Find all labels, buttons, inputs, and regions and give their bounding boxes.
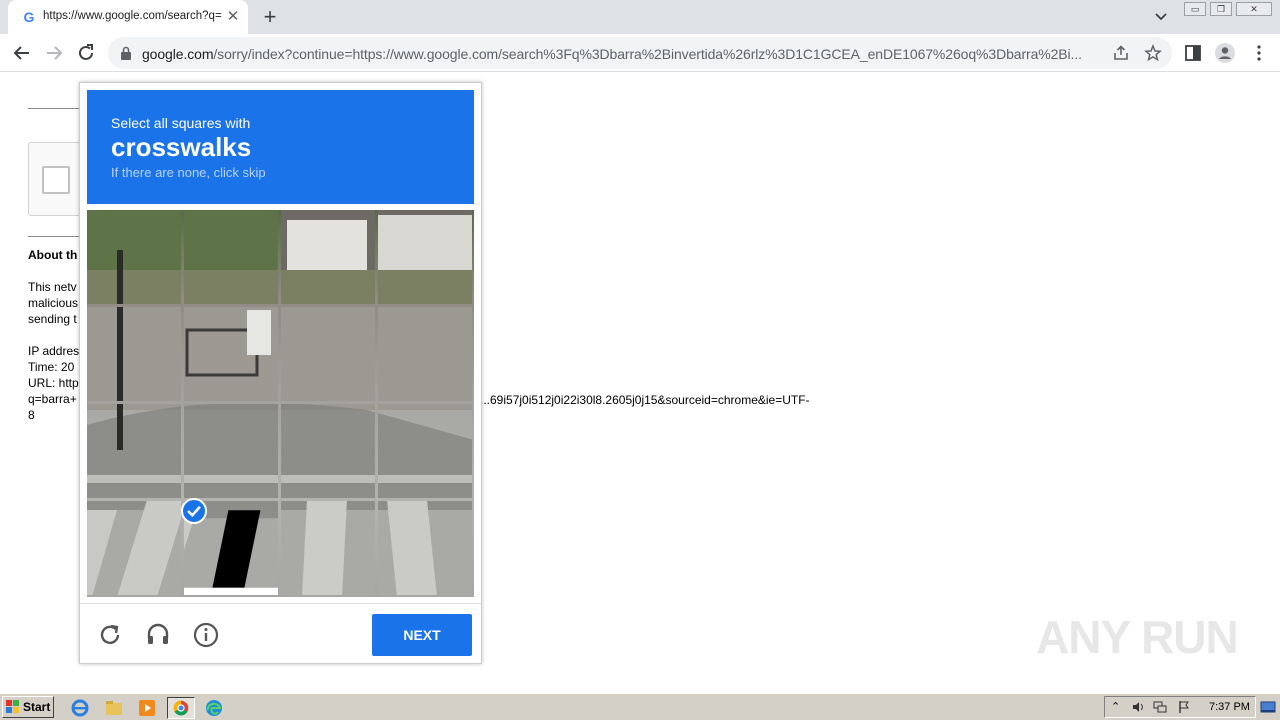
tile-image (184, 307, 278, 401)
new-tab-button[interactable]: + (258, 5, 282, 29)
share-icon[interactable] (1112, 44, 1130, 62)
internet-explorer-icon[interactable] (68, 697, 92, 719)
tile-image (281, 210, 375, 304)
lock-icon[interactable] (120, 46, 132, 60)
reload-challenge-icon[interactable] (96, 621, 124, 649)
page-text-line: malicious (28, 296, 79, 310)
forward-arrow-icon[interactable] (42, 41, 66, 65)
challenge-tile[interactable] (184, 404, 278, 498)
tile-image (184, 404, 278, 498)
reload-icon[interactable] (74, 41, 98, 65)
page-text-line: q=barra+ (28, 392, 77, 406)
challenge-tile[interactable] (281, 404, 375, 498)
challenge-image-grid (87, 210, 474, 597)
tile-image (378, 501, 472, 595)
recaptcha-challenge: Select all squares with crosswalks If th… (79, 82, 482, 664)
challenge-tile[interactable] (184, 307, 278, 401)
bookmark-star-icon[interactable] (1144, 44, 1162, 62)
tile-image (378, 210, 472, 304)
challenge-tile[interactable] (378, 501, 472, 595)
windows-taskbar: Start ⌃ 7:37 PM (0, 693, 1280, 720)
audio-challenge-icon[interactable] (144, 621, 172, 649)
network-icon[interactable] (1153, 700, 1167, 714)
tile-image (184, 210, 278, 304)
tile-image (378, 404, 472, 498)
browser-tab[interactable]: G https://www.google.com/search?q= ✕ (8, 0, 248, 34)
tile-image (281, 404, 375, 498)
action-center-flag-icon[interactable] (1177, 700, 1191, 714)
close-window-icon[interactable]: ✕ (1236, 2, 1272, 16)
show-desktop-icon[interactable] (1260, 699, 1276, 715)
url-text: google.com/sorry/index?continue=https://… (142, 46, 1082, 62)
challenge-header: Select all squares with crosswalks If th… (87, 90, 474, 204)
system-tray: ⌃ 7:37 PM (1104, 696, 1256, 718)
page-text-line: IP addres (28, 344, 80, 358)
file-explorer-icon[interactable] (102, 697, 126, 719)
challenge-tile[interactable] (378, 210, 472, 304)
checkmark-icon (181, 498, 207, 524)
recaptcha-checkbox[interactable] (42, 166, 70, 194)
challenge-hint: If there are none, click skip (111, 165, 266, 180)
google-favicon-icon: G (23, 9, 35, 25)
page-text-line: sending t (28, 312, 77, 326)
next-button[interactable]: NEXT (372, 614, 472, 656)
page-text-line: Time: 20 (28, 360, 75, 374)
challenge-tile[interactable] (87, 501, 181, 595)
start-button[interactable]: Start (2, 696, 54, 718)
challenge-target: crosswalks (111, 132, 252, 162)
tab-close-icon[interactable]: ✕ (224, 8, 242, 26)
challenge-tile[interactable] (87, 404, 181, 498)
tile-image (281, 307, 375, 401)
tile-image (281, 501, 375, 595)
clock: 7:37 PM (1209, 701, 1250, 713)
address-bar[interactable]: google.com/sorry/index?continue=https://… (108, 37, 1172, 69)
browser-toolbar: google.com/sorry/index?continue=https://… (0, 34, 1280, 72)
tile-image (378, 307, 472, 401)
tab-search-chevron-icon[interactable] (1152, 6, 1170, 26)
challenge-tile[interactable] (87, 210, 181, 304)
challenge-tile[interactable] (184, 210, 278, 304)
side-panel-icon[interactable] (1182, 42, 1204, 64)
start-label: Start (23, 700, 51, 714)
volume-icon[interactable] (1131, 700, 1145, 714)
restore-icon[interactable]: ❐ (1210, 2, 1232, 16)
tile-image (87, 307, 181, 401)
minimize-icon[interactable]: ▭ (1184, 2, 1206, 16)
profile-avatar-icon[interactable] (1214, 42, 1236, 64)
kebab-menu-icon[interactable] (1248, 42, 1270, 64)
info-icon[interactable] (192, 621, 220, 649)
windows-flag-icon (6, 700, 19, 713)
back-arrow-icon[interactable] (10, 41, 34, 65)
tile-image (87, 404, 181, 498)
tab-strip: G https://www.google.com/search?q= ✕ + ▭… (0, 0, 1280, 34)
tray-expand-icon[interactable]: ⌃ (1111, 700, 1125, 714)
challenge-prompt: Select all squares with (111, 115, 251, 131)
challenge-tile[interactable] (378, 404, 472, 498)
tab-title: https://www.google.com/search?q= (43, 10, 222, 22)
tile-image (87, 501, 181, 595)
media-player-icon[interactable] (135, 697, 159, 719)
challenge-tile[interactable] (378, 307, 472, 401)
challenge-tile[interactable] (87, 307, 181, 401)
challenge-tile[interactable] (281, 501, 375, 595)
challenge-footer: NEXT (80, 603, 481, 663)
page-text-line: URL: http (28, 376, 79, 390)
about-heading: About th (28, 248, 78, 262)
page-text-line: This netv (28, 280, 77, 294)
challenge-tile[interactable] (281, 210, 375, 304)
page-text-line: 8 (28, 408, 35, 422)
edge-icon[interactable] (202, 697, 226, 719)
challenge-tile[interactable] (281, 307, 375, 401)
anyrun-watermark: ANY RUN (1036, 611, 1239, 663)
blocked-url-text: ...69i57j0i512j0i22i30l8.2605j0j15&sourc… (480, 393, 810, 407)
tile-image (87, 210, 181, 304)
chrome-icon[interactable] (167, 697, 195, 719)
